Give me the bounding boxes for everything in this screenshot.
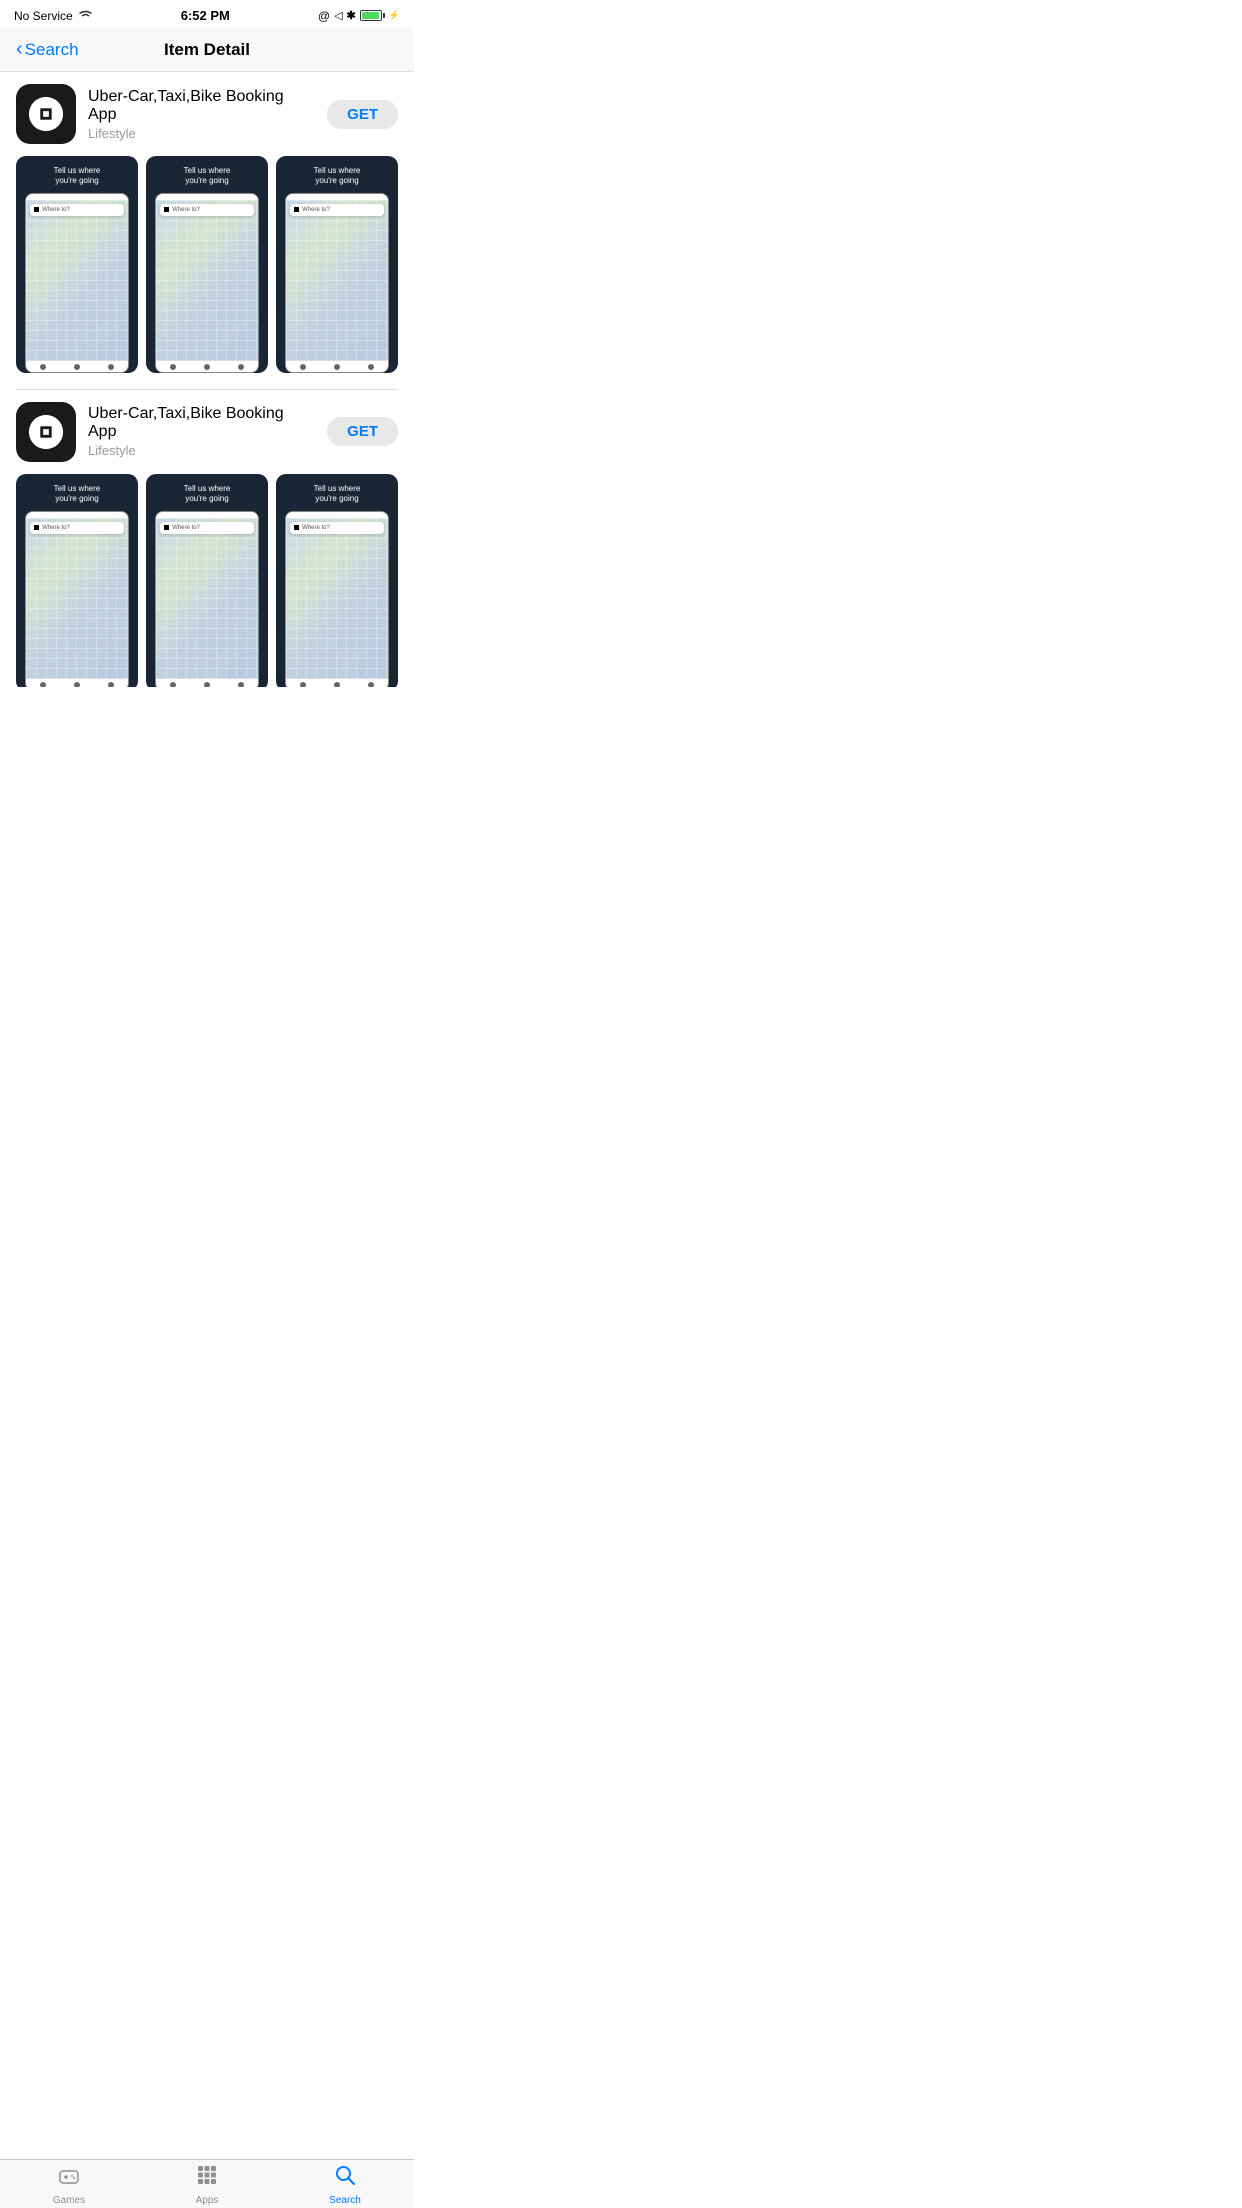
app-info-2: Uber-Car,Taxi,Bike Booking App Lifestyle — [88, 405, 315, 458]
where-to-text-6: Where to? — [302, 525, 330, 531]
nav-header: ‹ Search Item Detail — [0, 28, 414, 72]
screenshot-header-3: Tell us whereyou're going — [309, 156, 366, 193]
location-icon: ◁ — [334, 9, 342, 22]
bluetooth-icon: ✱ — [347, 9, 356, 22]
where-to-text-4: Where to? — [42, 525, 70, 531]
screenshot-2-1: Tell us whereyou're going Where to? — [16, 474, 138, 687]
where-to-bar-5: Where to? — [160, 522, 254, 534]
screenshot-1-3: Tell us whereyou're going Where to? — [276, 156, 398, 373]
apps-tab-label: Apps — [196, 2195, 219, 2206]
app-name-2: Uber-Car,Taxi,Bike Booking App — [88, 405, 315, 441]
at-icon: @ — [318, 9, 330, 23]
status-right: @ ◁ ✱ ⚡ — [318, 9, 400, 23]
page-title: Item Detail — [112, 40, 303, 60]
search-tab-icon — [333, 2163, 357, 2193]
map-area-3: Where to? — [286, 200, 388, 360]
back-label: Search — [25, 40, 79, 60]
where-to-text-3: Where to? — [302, 207, 330, 213]
status-time: 6:52 PM — [181, 8, 230, 23]
scroll-content: Uber-Car,Taxi,Bike Booking App Lifestyle… — [0, 72, 414, 687]
games-icon — [57, 2163, 81, 2193]
screenshot-header-1: Tell us whereyou're going — [49, 156, 106, 193]
screenshots-row-1: Tell us whereyou're going Where to? Tell… — [0, 156, 414, 389]
map-area-5: Where to? — [156, 518, 258, 678]
tab-bar: Games Apps Search — [0, 2159, 414, 2208]
battery-indicator — [360, 10, 385, 21]
phone-bottom-tabs-2 — [156, 360, 258, 372]
where-to-text-2: Where to? — [172, 207, 200, 213]
phone-mockup-3: Where to? — [285, 193, 389, 373]
tab-apps[interactable]: Apps — [138, 2163, 276, 2206]
get-button-2[interactable]: GET — [327, 417, 398, 446]
where-to-text-1: Where to? — [42, 207, 70, 213]
where-to-bar-1: Where to? — [30, 204, 124, 216]
back-chevron-icon: ‹ — [16, 38, 23, 61]
phone-bottom-tabs-4 — [26, 678, 128, 687]
app-name-1: Uber-Car,Taxi,Bike Booking App — [88, 88, 315, 124]
phone-mockup-5: Where to? — [155, 511, 259, 687]
where-to-bar-2: Where to? — [160, 204, 254, 216]
phone-mockup-2: Where to? — [155, 193, 259, 373]
status-bar: No Service 6:52 PM @ ◁ ✱ ⚡ — [0, 0, 414, 28]
map-area-2: Where to? — [156, 200, 258, 360]
phone-bottom-tabs-3 — [286, 360, 388, 372]
where-to-bar-3: Where to? — [290, 204, 384, 216]
phone-mockup-4: Where to? — [25, 511, 129, 687]
screenshot-header-2: Tell us whereyou're going — [179, 156, 236, 193]
tab-search[interactable]: Search — [276, 2163, 414, 2206]
tab-games[interactable]: Games — [0, 2163, 138, 2206]
apps-icon — [195, 2163, 219, 2193]
screenshot-header-6: Tell us whereyou're going — [309, 474, 366, 511]
screenshot-header-4: Tell us whereyou're going — [49, 474, 106, 511]
screenshots-row-2: Tell us whereyou're going Where to? Tell… — [0, 474, 414, 687]
screenshot-header-5: Tell us whereyou're going — [179, 474, 236, 511]
screenshot-1-1: Tell us whereyou're going Where to? — [16, 156, 138, 373]
phone-mockup-6: Where to? — [285, 511, 389, 687]
app-info-1: Uber-Car,Taxi,Bike Booking App Lifestyle — [88, 88, 315, 141]
carrier-text: No Service — [14, 9, 73, 23]
screenshot-2-2: Tell us whereyou're going Where to? — [146, 474, 268, 687]
phone-mockup-1: Where to? — [25, 193, 129, 373]
wifi-icon — [78, 9, 93, 23]
get-button-1[interactable]: GET — [327, 100, 398, 129]
app-icon-1 — [16, 84, 76, 144]
charging-icon: ⚡ — [389, 10, 400, 21]
screenshot-2-3: Tell us whereyou're going Where to? — [276, 474, 398, 687]
screenshot-1-2: Tell us whereyou're going Where to? — [146, 156, 268, 373]
app-item-1: Uber-Car,Taxi,Bike Booking App Lifestyle… — [0, 72, 414, 156]
phone-bottom-tabs-5 — [156, 678, 258, 687]
map-area-6: Where to? — [286, 518, 388, 678]
app-icon-2 — [16, 402, 76, 462]
games-tab-label: Games — [53, 2195, 85, 2206]
phone-bottom-tabs-6 — [286, 678, 388, 687]
app-category-1: Lifestyle — [88, 126, 315, 141]
status-left: No Service — [14, 9, 93, 23]
map-area-1: Where to? — [26, 200, 128, 360]
where-to-text-5: Where to? — [172, 525, 200, 531]
search-tab-label: Search — [329, 2195, 361, 2206]
where-to-bar-4: Where to? — [30, 522, 124, 534]
app-category-2: Lifestyle — [88, 443, 315, 458]
back-button[interactable]: ‹ Search — [16, 38, 112, 61]
where-to-bar-6: Where to? — [290, 522, 384, 534]
phone-bottom-tabs-1 — [26, 360, 128, 372]
map-area-4: Where to? — [26, 518, 128, 678]
app-item-2: Uber-Car,Taxi,Bike Booking App Lifestyle… — [0, 390, 414, 474]
